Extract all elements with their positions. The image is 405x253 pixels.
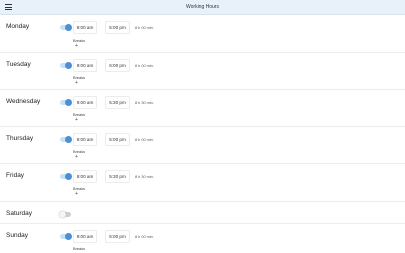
breaks-label: Breaks bbox=[73, 246, 86, 251]
working-hours-list: Monday 9:00 am 5:00 pm 8 h 00 min. Break… bbox=[0, 15, 405, 253]
end-time-field[interactable]: 5:00 pm bbox=[105, 230, 130, 243]
add-break-button[interactable]: + bbox=[75, 155, 78, 160]
day-name: Tuesday bbox=[6, 61, 31, 68]
day-name: Saturday bbox=[6, 210, 33, 217]
end-time-field[interactable]: 5:30 pm bbox=[105, 170, 130, 183]
duration-text: 8 h 30 min. bbox=[135, 175, 154, 179]
duration-text: 8 h 00 min. bbox=[135, 138, 154, 142]
day-row-thursday: Thursday 9:00 am 5:00 pm 8 h 00 min. Bre… bbox=[0, 127, 405, 164]
end-time-field[interactable]: 5:00 pm bbox=[105, 133, 130, 146]
duration-text: 8 h 30 min. bbox=[135, 101, 154, 105]
start-time-field[interactable]: 9:00 am bbox=[73, 230, 97, 243]
day-toggle[interactable] bbox=[59, 211, 71, 218]
day-row-wednesday: Wednesday 9:00 am 5:30 pm 8 h 30 min. Br… bbox=[0, 90, 405, 127]
day-row-tuesday: Tuesday 9:00 am 6:00 pm 8 h 00 min. Brea… bbox=[0, 53, 405, 90]
duration-text: 8 h 00 min. bbox=[135, 26, 154, 30]
end-time-field[interactable]: 5:00 pm bbox=[105, 21, 130, 34]
start-time-field[interactable]: 9:00 am bbox=[73, 21, 97, 34]
add-break-button[interactable]: + bbox=[75, 44, 78, 49]
add-break-button[interactable]: + bbox=[75, 192, 78, 197]
day-toggle[interactable] bbox=[60, 233, 72, 240]
start-time-field[interactable]: 9:00 am bbox=[73, 170, 97, 183]
app-bar: Working Hours bbox=[0, 0, 405, 15]
end-time-field[interactable]: 6:00 pm bbox=[105, 59, 130, 72]
page-title: Working Hours bbox=[186, 4, 219, 10]
day-toggle[interactable] bbox=[60, 99, 72, 106]
day-toggle[interactable] bbox=[60, 62, 72, 69]
day-row-saturday: Saturday bbox=[0, 202, 405, 224]
duration-text: 8 h 00 min. bbox=[135, 64, 154, 68]
start-time-field[interactable]: 9:00 am bbox=[73, 96, 97, 109]
day-toggle[interactable] bbox=[60, 24, 72, 31]
day-name: Friday bbox=[6, 172, 25, 179]
day-toggle[interactable] bbox=[60, 173, 72, 180]
add-break-button[interactable]: + bbox=[75, 81, 78, 86]
start-time-field[interactable]: 9:00 am bbox=[73, 59, 97, 72]
day-name: Sunday bbox=[6, 232, 29, 239]
day-row-monday: Monday 9:00 am 5:00 pm 8 h 00 min. Break… bbox=[0, 15, 405, 53]
day-name: Monday bbox=[6, 23, 30, 30]
day-name: Wednesday bbox=[6, 98, 41, 105]
duration-text: 8 h 00 min. bbox=[135, 235, 154, 239]
end-time-field[interactable]: 5:30 pm bbox=[105, 96, 130, 109]
day-row-friday: Friday 9:00 am 5:30 pm 8 h 30 min. Break… bbox=[0, 164, 405, 202]
start-time-field[interactable]: 9:00 am bbox=[73, 133, 97, 146]
day-name: Thursday bbox=[6, 135, 34, 142]
add-break-button[interactable]: + bbox=[75, 118, 78, 123]
day-toggle[interactable] bbox=[60, 136, 72, 143]
day-row-sunday: Sunday 9:00 am 5:00 pm 8 h 00 min. Break… bbox=[0, 224, 405, 253]
